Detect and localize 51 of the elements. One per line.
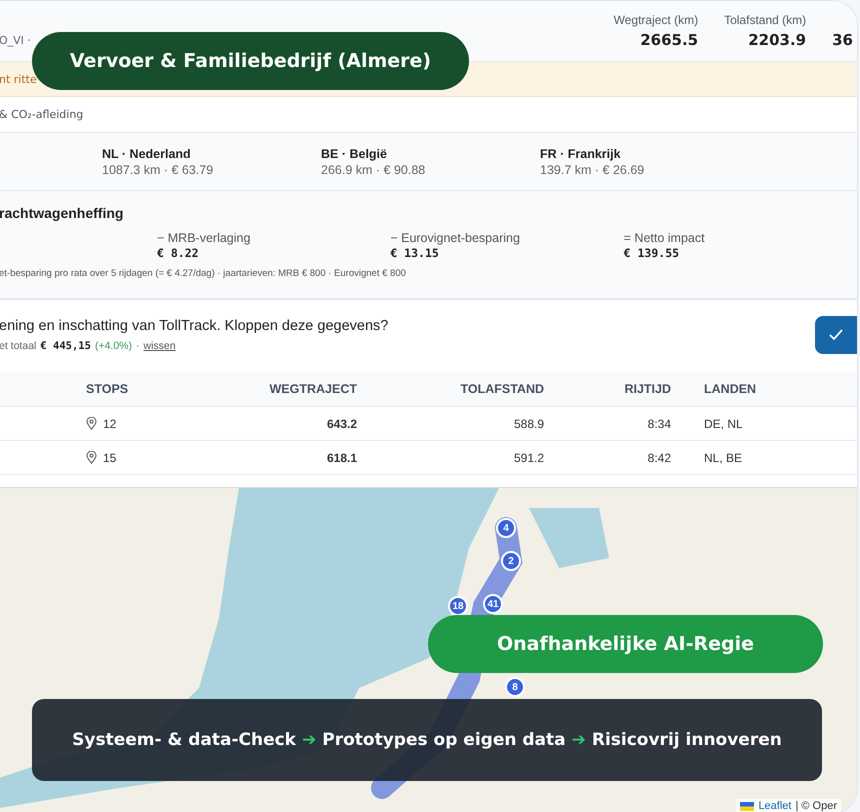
country-name: BE · België <box>321 146 388 160</box>
stat-value: 2203.9 <box>748 31 806 49</box>
confirm-button[interactable] <box>815 316 857 354</box>
stat-label: Tolafstand (km) <box>724 13 806 27</box>
step-text: Risicovrij innoveren <box>592 730 782 750</box>
levy-value: € 13.15 <box>390 246 440 260</box>
country-detail: 139.7 km · € 26.69 <box>540 162 646 176</box>
column-header: WEGTRAJECT <box>268 382 357 396</box>
stat-label: Wegtraject (km) <box>614 13 698 27</box>
arrow-icon: ➔ <box>572 730 586 750</box>
table-cell-text: 643.2 <box>326 416 357 430</box>
section-title: & CO₂-afleiding <box>0 108 84 121</box>
stat-value: 36 <box>832 31 853 49</box>
leaflet-link[interactable]: Leaflet <box>758 800 792 812</box>
levy-label: − MRB-verlaging <box>157 231 252 245</box>
column-header: RIJTIJD <box>623 382 671 396</box>
program-badge: Onafhankelijke AI-Regie <box>428 615 823 673</box>
step-text: Systeem- & data-Check <box>72 730 296 750</box>
country-detail: 266.9 km · € 90.88 <box>321 162 426 176</box>
total-value: € 445,15 <box>40 340 91 352</box>
table-cell: 15 <box>103 450 116 464</box>
stat-value: 2665.5 <box>640 31 698 49</box>
flag-icon <box>740 802 754 810</box>
table-cell-text: 591.2 <box>512 450 544 464</box>
table-cell-text: 8:34 <box>646 416 671 430</box>
column-header: LANDEN <box>704 382 758 396</box>
attribution-text: | © Oper <box>795 800 837 812</box>
column-header: STOPS <box>85 382 130 396</box>
table-cell: 12 <box>103 416 116 430</box>
total-change: (+4.0%) <box>94 340 132 352</box>
arrow-icon: ➔ <box>302 730 316 750</box>
location-pin-icon <box>86 451 97 464</box>
levy-value: € 139.55 <box>624 246 680 260</box>
country-name: NL · Nederland <box>102 146 192 160</box>
levy-label: = Netto impact <box>624 231 706 245</box>
separator-dot: · <box>136 340 140 352</box>
country-detail: 1087.3 km · € 63.79 <box>102 162 214 176</box>
step-text: Prototypes op eigen data <box>322 730 566 750</box>
clear-link[interactable]: wissen <box>144 340 176 352</box>
levy-label: − Eurovignet-besparing <box>390 231 521 245</box>
levy-value: € 8.22 <box>157 246 200 260</box>
column-header: TOLAFSTAND <box>459 382 544 396</box>
table-cell-text: 8:42 <box>646 450 671 464</box>
check-icon <box>829 329 843 341</box>
table-cell-text: 588.9 <box>512 416 544 430</box>
table-cell-text: NL, BE <box>704 450 744 464</box>
table-cell-text: 618.1 <box>326 450 357 464</box>
table-cell-text: DE, NL <box>704 416 744 430</box>
location-pin-icon <box>86 417 97 430</box>
country-name: FR · Frankrijk <box>540 146 622 160</box>
section-title: rachtwagenheffing <box>0 205 124 221</box>
